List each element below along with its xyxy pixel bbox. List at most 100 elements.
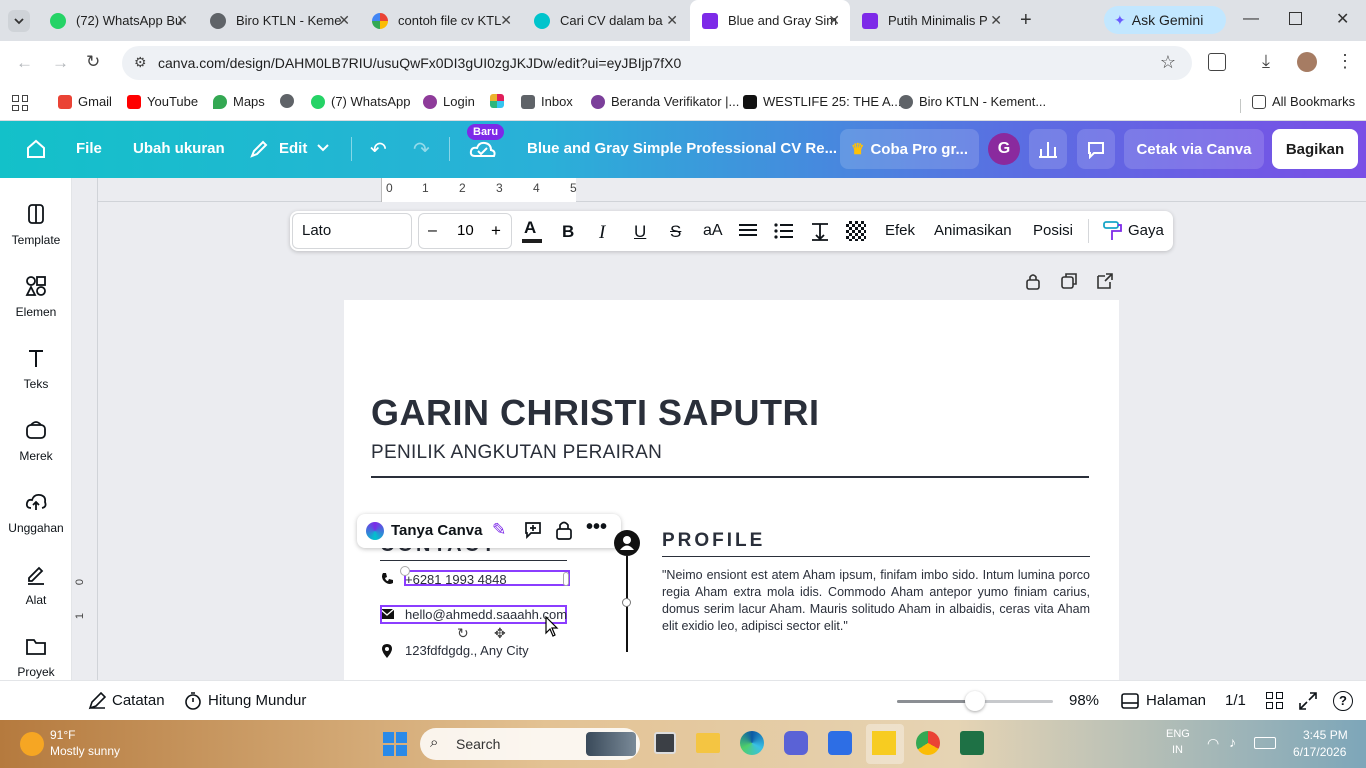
bookmark-star-icon[interactable]: ☆	[1160, 52, 1176, 73]
list-icon[interactable]	[774, 223, 794, 239]
tab-google[interactable]: contoh file cv KTL ✕	[360, 0, 522, 41]
zoom-slider-knob[interactable]	[965, 691, 985, 711]
tab-putih-minimalis[interactable]: Putih Minimalis P ✕	[850, 0, 1012, 41]
rail-text[interactable]: Teks	[0, 347, 72, 391]
tab-canva-search[interactable]: Cari CV dalam ba ✕	[522, 0, 688, 41]
profile-avatar[interactable]	[1297, 52, 1317, 72]
tab-blue-gray-cv[interactable]: Blue and Gray Sim ✕	[690, 0, 850, 41]
ask-gemini-button[interactable]: ✦ Ask Gemini	[1104, 6, 1226, 34]
ask-canva-button[interactable]: Tanya Canva	[391, 522, 482, 539]
profile-text[interactable]: "Neimo ensiont est atem Aham ipsum, fini…	[662, 567, 1090, 635]
try-pro-button[interactable]: ♛ Coba Pro gr...	[840, 129, 979, 169]
share-button[interactable]: Bagikan	[1272, 129, 1358, 169]
rail-tools[interactable]: Alat	[0, 563, 72, 607]
menu-kebab-icon[interactable]: ⋮	[1336, 51, 1354, 72]
reload-icon[interactable]: ↻	[86, 52, 100, 72]
animate-button[interactable]: Animasikan	[934, 222, 1012, 239]
rail-template[interactable]: Template	[0, 203, 72, 247]
bookmark-inbox[interactable]: Inbox	[521, 94, 573, 109]
bookmark-login[interactable]: Login	[423, 94, 475, 109]
underline-button[interactable]: U	[634, 222, 646, 242]
volume-icon[interactable]: ♪	[1229, 734, 1236, 750]
lock-icon[interactable]	[1024, 272, 1042, 290]
italic-button[interactable]: I	[599, 222, 605, 244]
rail-brand[interactable]: Merek	[0, 419, 72, 463]
bookmark-globe[interactable]	[280, 94, 300, 108]
redo-icon[interactable]: ↷	[413, 137, 430, 162]
bold-button[interactable]: B	[562, 222, 574, 242]
resize-menu[interactable]: Ubah ukuran	[133, 140, 225, 157]
close-tab-icon[interactable]: ✕	[990, 12, 1002, 29]
tab-search-button[interactable]	[8, 10, 30, 32]
app-icon[interactable]	[784, 731, 808, 755]
timer-button[interactable]: Hitung Mundur	[208, 692, 306, 709]
canvas-workspace[interactable]: 0 1 2 3 4 5 0 1 Lato – 10 + A B I U S aA	[72, 178, 1366, 680]
print-via-canva-button[interactable]: Cetak via Canva	[1124, 129, 1264, 169]
move-handle-icon[interactable]: ✥	[494, 625, 506, 642]
close-tab-icon[interactable]: ✕	[828, 12, 840, 29]
letter-case-button[interactable]: aA	[703, 222, 723, 240]
rail-uploads[interactable]: Unggahan	[0, 491, 72, 535]
windows-start-icon[interactable]	[383, 732, 407, 756]
new-tab-button[interactable]: +	[1020, 9, 1032, 32]
minimize-button[interactable]: —	[1243, 10, 1259, 28]
resize-handle[interactable]	[563, 572, 569, 586]
document-title[interactable]: Blue and Gray Simple Professional CV Re.…	[527, 140, 837, 157]
rail-elements[interactable]: Elemen	[0, 275, 72, 319]
increase-size-button[interactable]: +	[491, 221, 501, 241]
pages-button[interactable]: Halaman	[1146, 692, 1206, 709]
forward-arrow-icon[interactable]: →	[52, 53, 69, 73]
chrome-icon[interactable]	[916, 731, 940, 755]
zoom-slider[interactable]	[897, 691, 1053, 711]
address-bar[interactable]: ⚙ canva.com/design/DAHM0LB7RIU/usuQwFx0D…	[122, 46, 1192, 80]
clock-date[interactable]: 6/17/2026	[1293, 745, 1346, 759]
font-family-select[interactable]: Lato	[292, 213, 412, 249]
magic-wand-icon[interactable]: ✎	[492, 520, 506, 540]
effects-button[interactable]: Efek	[885, 222, 915, 239]
weather-temp[interactable]: 91°F	[50, 728, 75, 742]
wifi-icon[interactable]: ◠	[1207, 735, 1219, 752]
file-explorer-icon[interactable]	[696, 733, 720, 753]
language-code[interactable]: ENG	[1166, 728, 1190, 740]
home-icon[interactable]	[25, 138, 47, 160]
chevron-down-icon[interactable]	[316, 141, 330, 155]
bookmark-slack[interactable]	[490, 94, 510, 108]
close-tab-icon[interactable]: ✕	[338, 12, 350, 29]
site-info-icon[interactable]: ⚙	[134, 54, 147, 71]
maximize-button[interactable]	[1289, 12, 1302, 25]
task-view-icon[interactable]	[654, 732, 676, 754]
bookmark-whatsapp[interactable]: (7) WhatsApp	[311, 94, 410, 109]
cloud-sync-icon[interactable]	[469, 138, 497, 160]
notes-button[interactable]: Catatan	[112, 692, 165, 709]
edit-menu[interactable]: Edit	[279, 140, 307, 157]
transparency-icon[interactable]	[846, 221, 866, 241]
duplicate-page-icon[interactable]	[1060, 272, 1078, 290]
bookmark-biro-ktln[interactable]: Biro KTLN - Kement...	[899, 94, 1046, 109]
sticky-notes-icon[interactable]	[872, 731, 896, 755]
extensions-icon[interactable]	[1208, 53, 1226, 71]
language-region[interactable]: IN	[1172, 744, 1183, 756]
spacing-icon[interactable]	[810, 221, 830, 241]
grid-view-icon[interactable]	[1266, 692, 1283, 709]
camera-app-icon[interactable]	[828, 731, 852, 755]
style-button[interactable]: Gaya	[1128, 222, 1164, 239]
text-color-button[interactable]: A	[522, 219, 542, 243]
close-tab-icon[interactable]: ✕	[500, 12, 512, 29]
address-text[interactable]: 123fdfdgdg., Any City	[405, 643, 529, 658]
tab-whatsapp[interactable]: (72) WhatsApp Bu ✕	[38, 0, 198, 41]
back-arrow-icon[interactable]: ←	[16, 53, 33, 73]
lock-icon[interactable]	[555, 520, 573, 540]
align-icon[interactable]	[738, 223, 758, 239]
apps-grid-icon[interactable]	[12, 95, 28, 111]
clock-time[interactable]: 3:45 PM	[1303, 728, 1348, 742]
close-tab-icon[interactable]: ✕	[176, 12, 188, 29]
tab-biro-ktln[interactable]: Biro KTLN - Keme ✕	[198, 0, 360, 41]
email-text[interactable]: hello@ahmedd.saaahh.com	[405, 607, 567, 622]
edge-icon[interactable]	[740, 731, 764, 755]
bookmark-maps[interactable]: Maps	[213, 94, 265, 109]
excel-icon[interactable]	[960, 731, 984, 755]
decrease-size-button[interactable]: –	[428, 222, 437, 240]
comments-button[interactable]	[1077, 129, 1115, 169]
close-tab-icon[interactable]: ✕	[666, 12, 678, 29]
bookmark-youtube[interactable]: YouTube	[127, 94, 198, 109]
